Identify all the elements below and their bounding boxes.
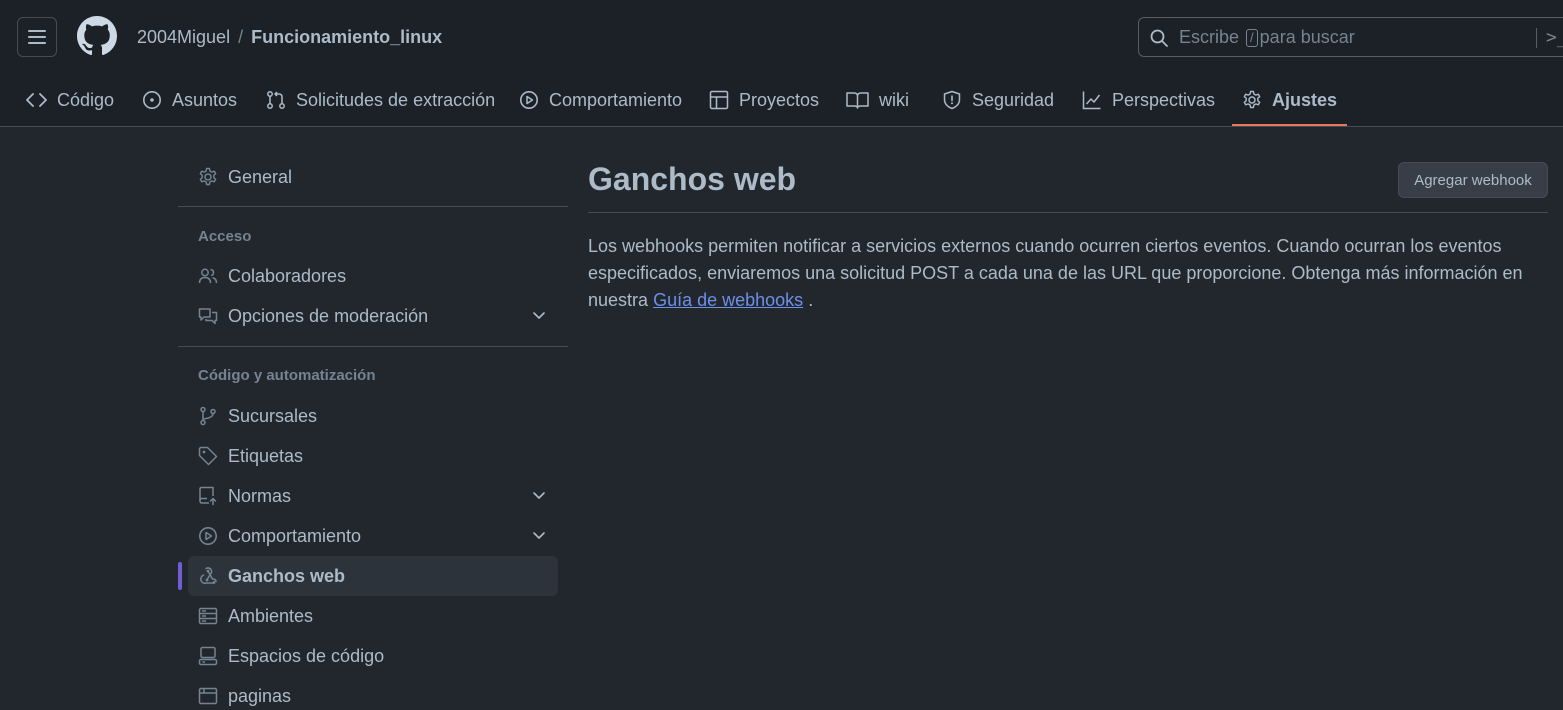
breadcrumb: 2004Miguel / Funcionamiento_linux bbox=[137, 26, 442, 48]
sidebar-item-label: Ambientes bbox=[228, 605, 314, 626]
graph-icon bbox=[1082, 91, 1101, 110]
webhooks-guide-link[interactable]: Guía de webhooks bbox=[653, 290, 803, 310]
sidebar-item-label: Colaboradores bbox=[228, 265, 347, 286]
search-placeholder: Escribe / para buscar bbox=[1179, 27, 1355, 48]
code-icon bbox=[26, 93, 47, 107]
sidebar-divider bbox=[178, 206, 568, 207]
tab-issues[interactable]: Asuntos bbox=[142, 74, 237, 126]
play-icon bbox=[199, 527, 217, 545]
sidebar-heading-code: Código y automatización bbox=[198, 367, 376, 384]
tab-label: Perspectivas bbox=[1112, 89, 1216, 110]
sidebar-item-label: General bbox=[228, 166, 293, 187]
chevron-down-icon bbox=[533, 312, 545, 319]
tag-icon bbox=[198, 446, 218, 466]
sidebar-item-label: paginas bbox=[228, 685, 292, 706]
shield-icon bbox=[943, 90, 961, 110]
sidebar-item-pages[interactable]: paginas bbox=[188, 676, 558, 710]
gear-icon bbox=[199, 167, 217, 186]
sidebar-item-moderation[interactable]: Opciones de moderación bbox=[188, 296, 558, 336]
search-input[interactable]: Escribe /para buscar >_ bbox=[1138, 17, 1563, 57]
tab-settings[interactable]: Ajustes bbox=[1231, 74, 1348, 126]
sidebar-item-label: Etiquetas bbox=[228, 445, 304, 466]
tab-projects[interactable]: Proyectos bbox=[709, 74, 819, 126]
owner-link[interactable]: 2004Miguel bbox=[137, 27, 230, 47]
git-branch-icon bbox=[200, 406, 216, 426]
sidebar-item-rules[interactable]: Normas bbox=[188, 476, 558, 516]
search-icon bbox=[1150, 29, 1168, 47]
search-placeholder-suffix: para buscar bbox=[1259, 27, 1355, 47]
tab-label: Seguridad bbox=[972, 89, 1055, 110]
sidebar-item-general[interactable]: General bbox=[188, 157, 558, 197]
book-icon bbox=[846, 92, 869, 109]
sidebar-item-label: Sucursales bbox=[228, 405, 318, 426]
sidebar-item-label: Espacios de código bbox=[228, 645, 385, 666]
webhooks-description: Los webhooks permiten notificar a servic… bbox=[588, 233, 1538, 314]
description-end: . bbox=[808, 290, 814, 310]
github-logo-icon[interactable] bbox=[77, 16, 117, 56]
tab-label: Asuntos bbox=[172, 89, 238, 110]
command-palette-button[interactable]: >_ bbox=[1546, 27, 1563, 48]
repo-push-icon bbox=[199, 486, 217, 506]
sidebar-item-environments[interactable]: Ambientes bbox=[188, 596, 558, 636]
hamburger-icon bbox=[28, 30, 46, 44]
add-webhook-button[interactable]: Agregar webhook bbox=[1398, 162, 1548, 198]
sidebar-item-collaborators[interactable]: Colaboradores bbox=[188, 256, 558, 296]
chevron-down-icon bbox=[533, 492, 545, 499]
tab-security[interactable]: Seguridad bbox=[942, 74, 1054, 126]
sidebar-item-label: Normas bbox=[228, 485, 292, 506]
tab-label: Comportamiento bbox=[549, 89, 683, 110]
table-icon bbox=[709, 90, 729, 110]
tab-label: Ajustes bbox=[1272, 89, 1338, 110]
tab-label: wiki bbox=[879, 89, 909, 110]
issue-opened-icon bbox=[143, 91, 161, 109]
comment-discussion-icon bbox=[198, 308, 218, 325]
tab-insights[interactable]: Perspectivas bbox=[1082, 74, 1215, 126]
search-placeholder-prefix: Escribe bbox=[1179, 27, 1240, 47]
sidebar-item-tags[interactable]: Etiquetas bbox=[188, 436, 558, 476]
title-divider bbox=[588, 212, 1548, 213]
browser-icon bbox=[198, 687, 218, 705]
play-icon bbox=[520, 91, 538, 109]
sidebar-heading-access: Acceso bbox=[198, 228, 252, 245]
tab-label: Solicitudes de extracción bbox=[296, 89, 496, 110]
people-icon bbox=[198, 268, 218, 284]
page-title: Ganchos web bbox=[588, 161, 797, 197]
search-divider bbox=[1536, 28, 1537, 48]
sidebar-item-label: Ganchos web bbox=[228, 565, 346, 586]
tab-actions[interactable]: Comportamiento bbox=[519, 74, 682, 126]
menu-button[interactable] bbox=[17, 17, 57, 57]
tab-label: Código bbox=[57, 89, 115, 110]
tab-wiki[interactable]: wiki bbox=[846, 74, 909, 126]
codespaces-icon bbox=[198, 646, 218, 666]
tab-label: Proyectos bbox=[739, 89, 820, 110]
server-icon bbox=[198, 607, 218, 625]
sidebar-item-branches[interactable]: Sucursales bbox=[188, 396, 558, 436]
git-pull-request-icon bbox=[267, 91, 285, 109]
repo-nav: Código Asuntos Solicitudes de extracción… bbox=[0, 74, 1563, 126]
sidebar-divider bbox=[178, 346, 568, 347]
sidebar-item-webhooks[interactable]: Ganchos web bbox=[178, 556, 558, 596]
app-header: 2004Miguel / Funcionamiento_linux Escribe … bbox=[0, 0, 1563, 127]
gear-icon bbox=[1243, 90, 1261, 109]
tab-code[interactable]: Código bbox=[26, 74, 114, 126]
search-shortcut-key: / bbox=[1246, 29, 1258, 47]
sidebar-item-codespaces[interactable]: Espacios de código bbox=[188, 636, 558, 676]
chevron-down-icon bbox=[533, 532, 545, 539]
repo-link[interactable]: Funcionamiento_linux bbox=[251, 27, 442, 47]
webhook-icon bbox=[200, 567, 217, 584]
tab-pull-requests[interactable]: Solicitudes de extracción bbox=[266, 74, 495, 126]
sidebar-item-label: Comportamiento bbox=[228, 525, 362, 546]
sidebar-item-label: Opciones de moderación bbox=[228, 305, 429, 326]
sidebar-item-actions[interactable]: Comportamiento bbox=[188, 516, 558, 556]
breadcrumb-separator: / bbox=[238, 27, 244, 47]
